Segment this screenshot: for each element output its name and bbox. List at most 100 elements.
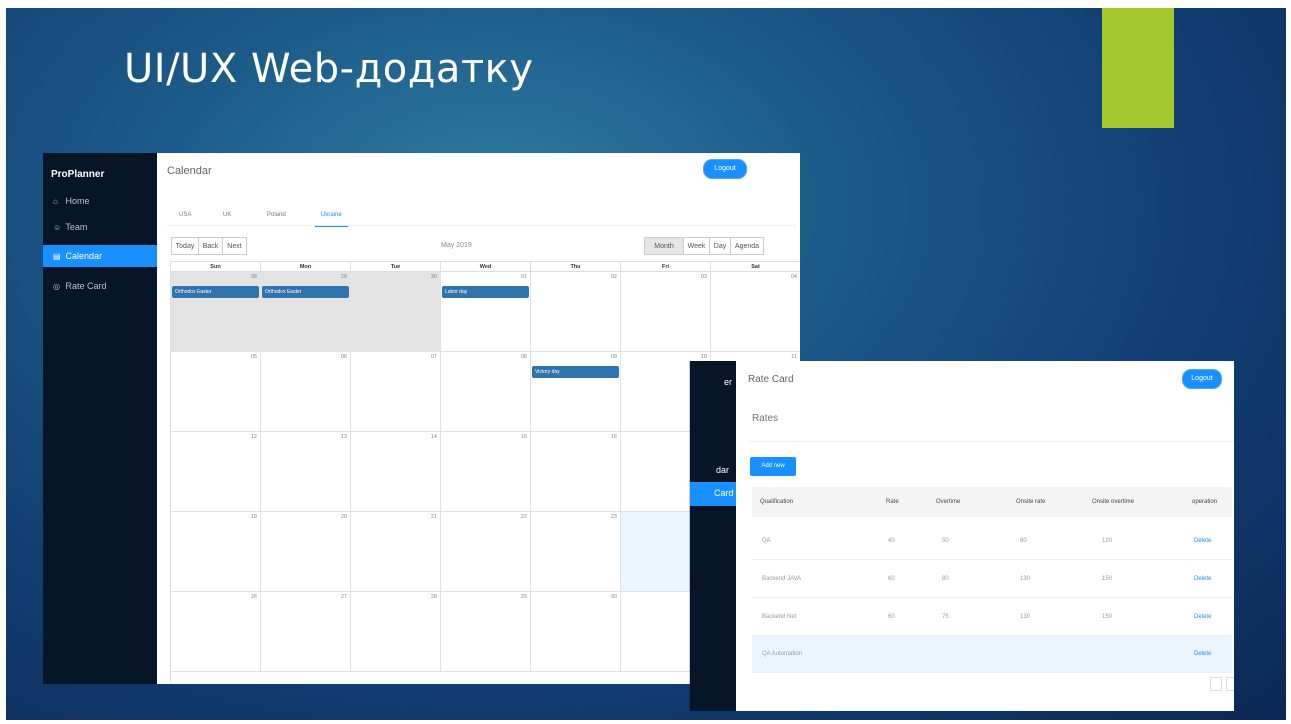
day-cell[interactable]: 05 [171,352,261,432]
calendar-event[interactable]: Victory day [532,366,619,378]
day-number: 16 [610,434,617,440]
weekday-header: Sat [711,262,800,272]
day-number: 26 [250,594,257,600]
cell-overtime: 50 [942,538,949,544]
sidebar: er dar Card [690,361,736,711]
calendar-window: ProPlanner ⌂ Home ☺ Team ▤ Calendar ◎ Ra… [43,153,800,684]
day-cell[interactable]: 19 [171,512,261,592]
day-number: 27 [340,594,347,600]
logout-button[interactable]: Logout [1182,369,1222,389]
cell-onsite-overtime: 120 [1102,538,1113,544]
day-number: 11 [791,354,797,360]
sidebar-item-fragment[interactable]: er [724,377,732,387]
day-cell[interactable]: 13 [261,432,351,512]
day-cell[interactable]: 21 [351,512,441,592]
delete-link[interactable]: Delete [1194,523,1211,559]
slide-title: UI/UX Web-додатку [124,46,534,92]
day-cell[interactable]: 02 [531,272,621,352]
day-number: 02 [610,274,617,280]
day-cell[interactable]: 08 [441,352,531,432]
tab-uk[interactable]: UK [223,209,231,225]
column-header: Qualification [760,499,794,505]
section-divider [748,441,1234,442]
weekday-header: Thu [531,262,621,272]
sidebar: ProPlanner ⌂ Home ☺ Team ▤ Calendar ◎ Ra… [43,153,157,684]
brand-logo: ProPlanner [51,169,105,180]
day-number: 29 [520,594,527,600]
day-cell[interactable]: 27 [261,592,351,672]
tab-poland[interactable]: Poland [267,209,286,225]
month-view-button[interactable]: Month [644,237,684,255]
sidebar-item-label: Calendar [65,251,103,261]
day-cell[interactable]: 14 [351,432,441,512]
day-cell[interactable]: 30 [351,272,441,352]
day-cell[interactable]: 16 [531,432,621,512]
calendar-event[interactable]: Orthodox Easter [262,286,349,298]
day-number: 30 [430,274,437,280]
slide: UI/UX Web-додатку ProPlanner ⌂ Home ☺ Te… [6,8,1286,720]
day-cell[interactable]: 04 [711,272,800,352]
cell-overtime: 80 [942,576,949,582]
next-button[interactable]: Next [222,237,247,255]
sidebar-item-team[interactable]: ☺ Team [43,216,157,238]
pagination-prev-button[interactable] [1210,677,1222,691]
rate-card-window: er dar Card Rate Card Logout Rates Add n… [690,361,1234,711]
day-cell[interactable]: 23 [531,512,621,592]
sidebar-item-rate-card[interactable]: Card [690,482,736,506]
column-header: operation [1192,499,1218,505]
week-view-button[interactable]: Week [683,237,710,255]
day-view-button[interactable]: Day [709,237,731,255]
sidebar-item-label: Team [65,222,88,232]
table-header: Qualification Rate Overtime Onsite rate … [752,487,1232,517]
cell-onsite-overtime: 150 [1102,614,1113,620]
page-title: Rate Card [748,374,794,385]
day-cell[interactable]: 22 [441,512,531,592]
sidebar-item-rate-card[interactable]: ◎ Rate Card [43,275,157,297]
cell-onsite-rate: 130 [1020,576,1031,582]
cell-qualification: Backend JAVA [762,576,802,582]
day-cell[interactable]: 09 [531,352,621,432]
calendar-event[interactable]: Labor day [442,286,529,298]
day-cell[interactable]: 29 [441,592,531,672]
delete-link[interactable]: Delete [1194,599,1211,635]
sidebar-item-calendar[interactable]: ▤ Calendar [43,245,157,267]
delete-link[interactable]: Delete [1194,561,1211,597]
back-button[interactable]: Back [198,237,223,255]
today-button[interactable]: Today [171,237,199,255]
day-number: 08 [520,354,527,360]
pagination-page-button[interactable] [1226,677,1234,691]
day-cell[interactable]: 28 [171,272,261,352]
day-number: 04 [790,274,797,280]
agenda-view-button[interactable]: Agenda [730,237,764,255]
day-cell[interactable]: 03 [621,272,711,352]
tab-usa[interactable]: USA [179,209,191,225]
month-label: May 2019 [441,242,472,249]
day-number: 15 [520,434,527,440]
sidebar-item-fragment[interactable]: dar [716,465,729,475]
day-cell[interactable]: 30 [531,592,621,672]
home-icon: ⌂ [53,197,58,206]
cell-qualification: Backend Net [762,614,797,620]
day-number: 29 [340,274,347,280]
day-cell[interactable]: 07 [351,352,441,432]
sidebar-item-home[interactable]: ⌂ Home [43,190,157,212]
day-cell[interactable]: 12 [171,432,261,512]
day-cell[interactable]: 26 [171,592,261,672]
table-row: QA 40 50 80 120 Delete [752,523,1232,560]
day-cell[interactable]: 28 [351,592,441,672]
add-new-button[interactable]: Add new [750,457,796,476]
day-cell[interactable]: 15 [441,432,531,512]
day-cell[interactable]: 20 [261,512,351,592]
cell-overtime: 75 [942,614,949,620]
calendar-event[interactable]: Orthodox Easter [172,286,259,298]
delete-link[interactable]: Delete [1194,636,1211,672]
day-cell[interactable]: 29 [261,272,351,352]
logout-button[interactable]: Logout [703,159,747,179]
day-number: 06 [340,354,347,360]
cell-onsite-overtime: 150 [1102,576,1113,582]
cell-qualification: QA [762,538,771,544]
day-cell[interactable]: 01 [441,272,531,352]
accent-rectangle [1102,8,1174,128]
weekday-header: Sun [171,262,261,272]
day-cell[interactable]: 06 [261,352,351,432]
